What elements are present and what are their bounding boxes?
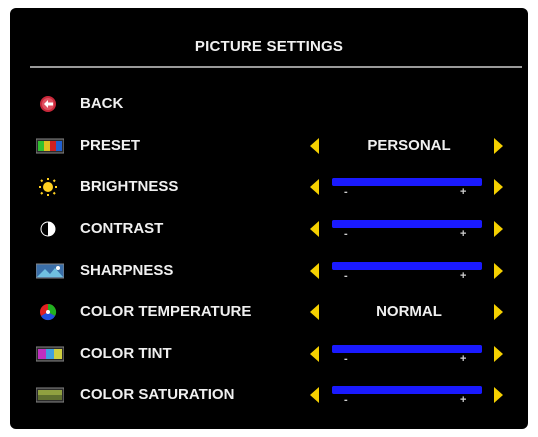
menu-item-color-temperature[interactable]: COLOR TEMPERATURE NORMAL — [10, 297, 528, 327]
menu-item-label: COLOR SATURATION — [80, 386, 235, 403]
slider-minus-label: - — [344, 228, 348, 240]
slider-fill — [332, 178, 482, 186]
menu-item-back[interactable]: BACK — [10, 89, 528, 119]
increase-arrow-icon[interactable] — [494, 263, 503, 279]
contrast-slider[interactable]: - + — [332, 220, 482, 242]
color-temperature-icon — [36, 303, 64, 321]
back-icon — [36, 95, 64, 113]
menu-item-label: BACK — [80, 95, 124, 112]
menu-item-label: CONTRAST — [80, 220, 164, 237]
decrease-arrow-icon[interactable] — [310, 346, 319, 362]
color-tint-icon — [35, 345, 65, 363]
slider-fill — [332, 220, 482, 228]
sharpness-icon — [35, 262, 65, 280]
menu-item-color-tint[interactable]: COLOR TINT - + — [10, 339, 528, 369]
decrease-arrow-icon[interactable] — [310, 263, 319, 279]
slider-minus-label: - — [344, 270, 348, 282]
decrease-arrow-icon[interactable] — [310, 387, 319, 403]
increase-arrow-icon[interactable] — [494, 179, 503, 195]
contrast-icon — [36, 220, 64, 238]
slider-minus-label: - — [344, 186, 348, 198]
brightness-icon — [36, 178, 64, 196]
color-saturation-icon — [35, 386, 65, 404]
menu-item-label: COLOR TEMPERATURE — [80, 303, 252, 320]
slider-plus-label: + — [460, 353, 467, 365]
menu-item-label: COLOR TINT — [80, 345, 172, 362]
preset-value: PERSONAL — [367, 137, 451, 154]
title-divider — [30, 66, 522, 68]
menu-item-color-saturation[interactable]: COLOR SATURATION - + — [10, 380, 528, 410]
menu-item-preset[interactable]: PRESET PERSONAL — [10, 131, 528, 161]
preset-icon — [35, 137, 65, 155]
slider-fill — [332, 345, 482, 353]
brightness-slider[interactable]: - + — [332, 178, 482, 200]
slider-plus-label: + — [460, 186, 467, 198]
decrease-arrow-icon[interactable] — [310, 179, 319, 195]
slider-plus-label: + — [460, 228, 467, 240]
slider-plus-label: + — [460, 394, 467, 406]
slider-minus-label: - — [344, 353, 348, 365]
menu-item-label: SHARPNESS — [80, 262, 174, 279]
menu-item-contrast[interactable]: CONTRAST - + — [10, 214, 528, 244]
increase-arrow-icon[interactable] — [494, 138, 503, 154]
increase-arrow-icon[interactable] — [494, 221, 503, 237]
slider-minus-label: - — [344, 394, 348, 406]
sharpness-slider[interactable]: - + — [332, 262, 482, 284]
increase-arrow-icon[interactable] — [494, 304, 503, 320]
osd-menu: PICTURE SETTINGS BACK PRESET PERSONAL BR… — [10, 8, 528, 429]
slider-plus-label: + — [460, 270, 467, 282]
color-temperature-value: NORMAL — [376, 303, 442, 320]
decrease-arrow-icon[interactable] — [310, 221, 319, 237]
menu-item-sharpness[interactable]: SHARPNESS - + — [10, 256, 528, 286]
menu-title: PICTURE SETTINGS — [194, 38, 344, 55]
menu-item-brightness[interactable]: BRIGHTNESS - + — [10, 172, 528, 202]
decrease-arrow-icon[interactable] — [310, 304, 319, 320]
increase-arrow-icon[interactable] — [494, 387, 503, 403]
menu-item-label: BRIGHTNESS — [80, 178, 179, 195]
increase-arrow-icon[interactable] — [494, 346, 503, 362]
color-tint-slider[interactable]: - + — [332, 345, 482, 367]
decrease-arrow-icon[interactable] — [310, 138, 319, 154]
slider-fill — [332, 386, 482, 394]
slider-fill — [332, 262, 482, 270]
color-saturation-slider[interactable]: - + — [332, 386, 482, 408]
menu-item-label: PRESET — [80, 137, 141, 154]
